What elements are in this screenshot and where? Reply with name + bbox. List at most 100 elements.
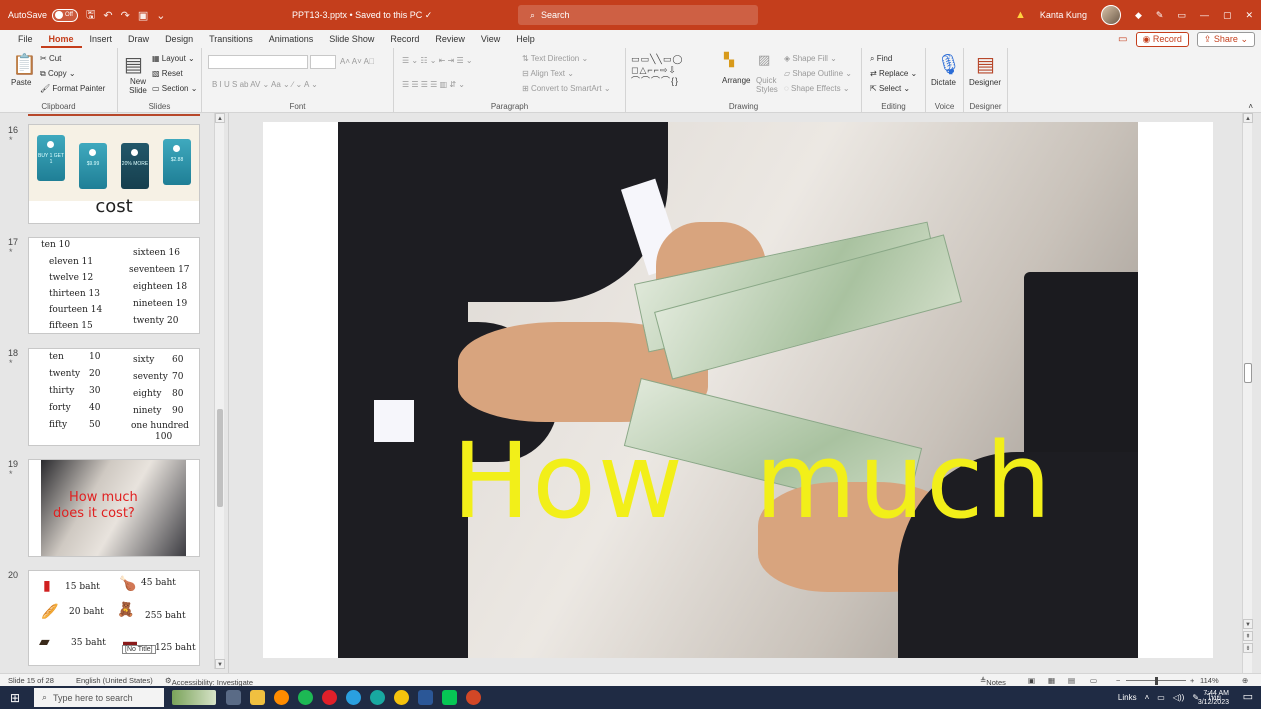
volume-icon[interactable]: ◁)) [1173,693,1184,702]
arrange-button[interactable]: Arrange [722,76,750,85]
reset-button[interactable]: ▧ Reset [152,69,183,78]
select-button[interactable]: ⇱ Select ⌄ [870,84,910,93]
chrome-icon[interactable] [394,690,409,705]
arrange-icon[interactable]: ▚ [724,52,734,68]
slide-thumbnail-18[interactable]: ten 10 twenty 20 thirty 30 forty 40 fift… [28,348,200,446]
designer-button[interactable]: Designer [969,78,1001,87]
money-handover-photo[interactable]: How much [338,122,1138,658]
close-button[interactable]: ✕ [1245,10,1253,21]
font-style-buttons[interactable]: B I U S ab AV ⌄ Aa ⌄ ∕ ⌄ A ⌄ [212,80,318,89]
comments-icon[interactable]: ▭ [1118,34,1127,45]
opera-icon[interactable] [322,690,337,705]
scroll-up-button[interactable]: ▲ [215,113,225,123]
section-button[interactable]: ▭ Section ⌄ [152,84,197,93]
normal-view-icon[interactable]: ▣ [1028,676,1035,685]
shape-fill-button[interactable]: ◈ Shape Fill ⌄ [784,54,837,63]
slide-thumbnail-17[interactable]: ten 10 eleven 11 twelve 12 thirteen 13 f… [28,237,200,334]
layout-button[interactable]: ▦ Layout ⌄ [152,54,195,63]
weather-widget[interactable] [172,690,216,705]
scrollbar-thumb[interactable] [1244,363,1252,383]
new-slide-icon[interactable]: ▤ [124,52,143,77]
scroll-up-button[interactable]: ▲ [1243,113,1253,123]
shape-outline-button[interactable]: ▱ Shape Outline ⌄ [784,69,852,78]
clock[interactable]: 7:44 AM 3/12/2023 [1198,689,1229,707]
network-icon[interactable]: ▭ [1157,693,1165,702]
tab-draw[interactable]: Draw [120,30,157,48]
restore-button[interactable]: ▢ [1223,10,1232,21]
font-size-buttons[interactable]: A˄ A˅ A⃠ [340,57,375,66]
thumbnail-scrollbar[interactable]: ▲ ▼ [214,113,225,669]
task-view-icon[interactable] [226,690,241,705]
fit-slide-icon[interactable]: ⊕ [1242,676,1248,685]
tab-record[interactable]: Record [382,30,427,48]
zoom-slider-knob[interactable] [1155,677,1158,685]
chevron-up-icon[interactable]: ˄ [1145,693,1150,702]
accessibility-status[interactable]: ⚙ Accessibility: Investigate [165,676,253,687]
notification-icon[interactable]: ▭ [1243,690,1253,703]
previous-slide-button[interactable]: ⇞ [1243,631,1253,641]
file-explorer-icon[interactable] [250,690,265,705]
tab-slide-show[interactable]: Slide Show [321,30,382,48]
app-icon[interactable] [274,690,289,705]
line-icon[interactable] [442,690,457,705]
slide-show-icon[interactable]: ▭ [1090,676,1097,685]
slide-title-text[interactable]: How much [452,420,1053,542]
format-painter-button[interactable]: 🖌 Format Painter [40,84,105,93]
current-slide[interactable]: How much [263,122,1213,658]
slide-thumbnail-20[interactable]: ▮ 15 baht 🍗 45 baht 🥖 20 baht 🧸 255 baht… [28,570,200,666]
app-icon[interactable] [346,690,361,705]
zoom-in-button[interactable]: + [1190,676,1194,685]
spotify-icon[interactable] [298,690,313,705]
links-toolbar[interactable]: Links [1118,693,1137,702]
autosave-switch[interactable]: Off [52,8,79,22]
record-button[interactable]: ◉ Record [1135,32,1189,47]
tab-insert[interactable]: Insert [82,30,121,48]
warning-icon[interactable]: ▲ [1015,9,1026,21]
text-direction-button[interactable]: ⇅ Text Direction ⌄ [522,54,588,63]
share-button[interactable]: ⇪ Share ⌄ [1196,32,1255,47]
paste-icon[interactable]: 📋 [12,52,37,77]
tab-view[interactable]: View [473,30,508,48]
autosave-toggle[interactable]: AutoSave Off [8,8,79,22]
quick-styles-icon[interactable]: ▨ [758,52,770,68]
save-icon[interactable]: 🖫 [86,6,95,25]
present-icon[interactable]: ▣ [138,9,148,22]
avatar[interactable] [1100,5,1121,25]
designer-icon[interactable]: ▤ [976,52,995,77]
scrollbar-thumb[interactable] [217,409,223,507]
search-box[interactable]: ⌕ Search [518,5,758,25]
tab-help[interactable]: Help [508,30,543,48]
word-icon[interactable] [418,690,433,705]
customize-qat-icon[interactable]: ⌄ [156,9,165,22]
tab-design[interactable]: Design [157,30,201,48]
paste-button[interactable]: Paste [11,78,31,87]
replace-button[interactable]: ⇄ Replace ⌄ [870,69,917,78]
document-title[interactable]: PPT13-3.pptx • Saved to this PC ✓ [292,10,432,21]
font-size-field[interactable] [310,55,336,69]
cut-button[interactable]: ✂ Cut [40,54,61,63]
zoom-level[interactable]: 114% [1200,676,1219,685]
tab-animations[interactable]: Animations [261,30,322,48]
undo-icon[interactable]: ↶ [103,9,112,22]
tab-transitions[interactable]: Transitions [201,30,261,48]
tab-review[interactable]: Review [427,30,473,48]
user-name[interactable]: Kanta Kung [1040,10,1087,20]
new-slide-button[interactable]: New Slide [121,77,155,95]
notes-button[interactable]: ≜ Notes [980,676,1006,687]
font-name-field[interactable] [208,55,308,69]
slide-thumbnail-16[interactable]: BUY 1 GET 1 $9.99 20% MORE $2.88 cost [28,124,200,224]
minimize-button[interactable]: — [1200,10,1209,20]
pen-icon[interactable]: ✎ [1156,10,1164,21]
align-text-button[interactable]: ⊟ Align Text ⌄ [522,69,574,78]
redo-icon[interactable]: ↷ [121,9,130,22]
collapse-ribbon-icon[interactable]: ˄ [1248,102,1253,111]
find-button[interactable]: ⌕ Find [870,54,892,64]
language[interactable]: English (United States) [76,676,153,685]
convert-smartart-button[interactable]: ⊞ Convert to SmartArt ⌄ [522,84,611,93]
microphone-icon[interactable]: 🎙 [936,52,961,77]
scroll-down-button[interactable]: ▼ [1243,619,1253,629]
shape-effects-button[interactable]: ◌ Shape Effects ⌄ [784,84,850,93]
dictate-button[interactable]: Dictate [931,78,956,87]
tab-home[interactable]: Home [40,30,82,48]
slide-scrollbar[interactable]: ▲ ▼ ⇞ ⇟ [1242,113,1253,673]
